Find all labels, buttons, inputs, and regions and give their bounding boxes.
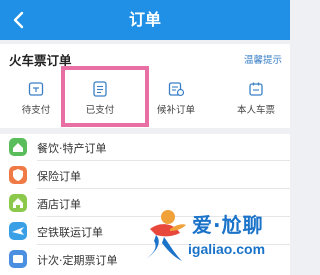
entry-label: 待支付 bbox=[21, 105, 51, 116]
tip-link[interactable]: 温馨提示 bbox=[244, 52, 282, 66]
watermark: 爱·尬聊 igaliao.com bbox=[140, 205, 288, 269]
list-item-label: 空铁联运订单 bbox=[37, 226, 103, 239]
highlight-box bbox=[61, 66, 149, 127]
list-item-label: 酒店订单 bbox=[37, 198, 81, 211]
waitlist-icon bbox=[168, 82, 185, 97]
list-item-label: 保险订单 bbox=[37, 170, 81, 183]
list-item-food[interactable]: 餐饮·特产订单 bbox=[0, 134, 290, 161]
entry-waitlist[interactable]: 候补订单 bbox=[146, 80, 206, 120]
entry-pending-payment[interactable]: 待支付 bbox=[6, 80, 66, 120]
watermark-title: 爱·尬聊 bbox=[192, 213, 264, 237]
mascot-logo-icon bbox=[146, 210, 186, 261]
insurance-icon bbox=[9, 166, 27, 184]
my-ticket-icon bbox=[249, 82, 263, 96]
pass-ticket-icon bbox=[9, 250, 27, 268]
air-rail-icon bbox=[9, 222, 27, 240]
watermark-url: igaliao.com bbox=[188, 241, 266, 257]
divider bbox=[37, 188, 290, 189]
hotel-icon bbox=[9, 194, 27, 212]
entry-label: 候补订单 bbox=[156, 105, 195, 116]
list-item-insurance[interactable]: 保险订单 bbox=[0, 162, 290, 189]
entry-label: 本人车票 bbox=[236, 105, 275, 116]
entry-my-ticket[interactable]: 本人车票 bbox=[226, 80, 286, 120]
page-title: 订单 bbox=[128, 10, 161, 29]
list-item-label: 计次·定期票订单 bbox=[37, 254, 118, 267]
app-header: 订单 bbox=[0, 0, 290, 40]
pending-payment-icon bbox=[28, 82, 44, 96]
list-item-label: 餐饮·特产订单 bbox=[37, 142, 107, 155]
food-icon bbox=[9, 138, 27, 156]
divider bbox=[37, 160, 290, 161]
